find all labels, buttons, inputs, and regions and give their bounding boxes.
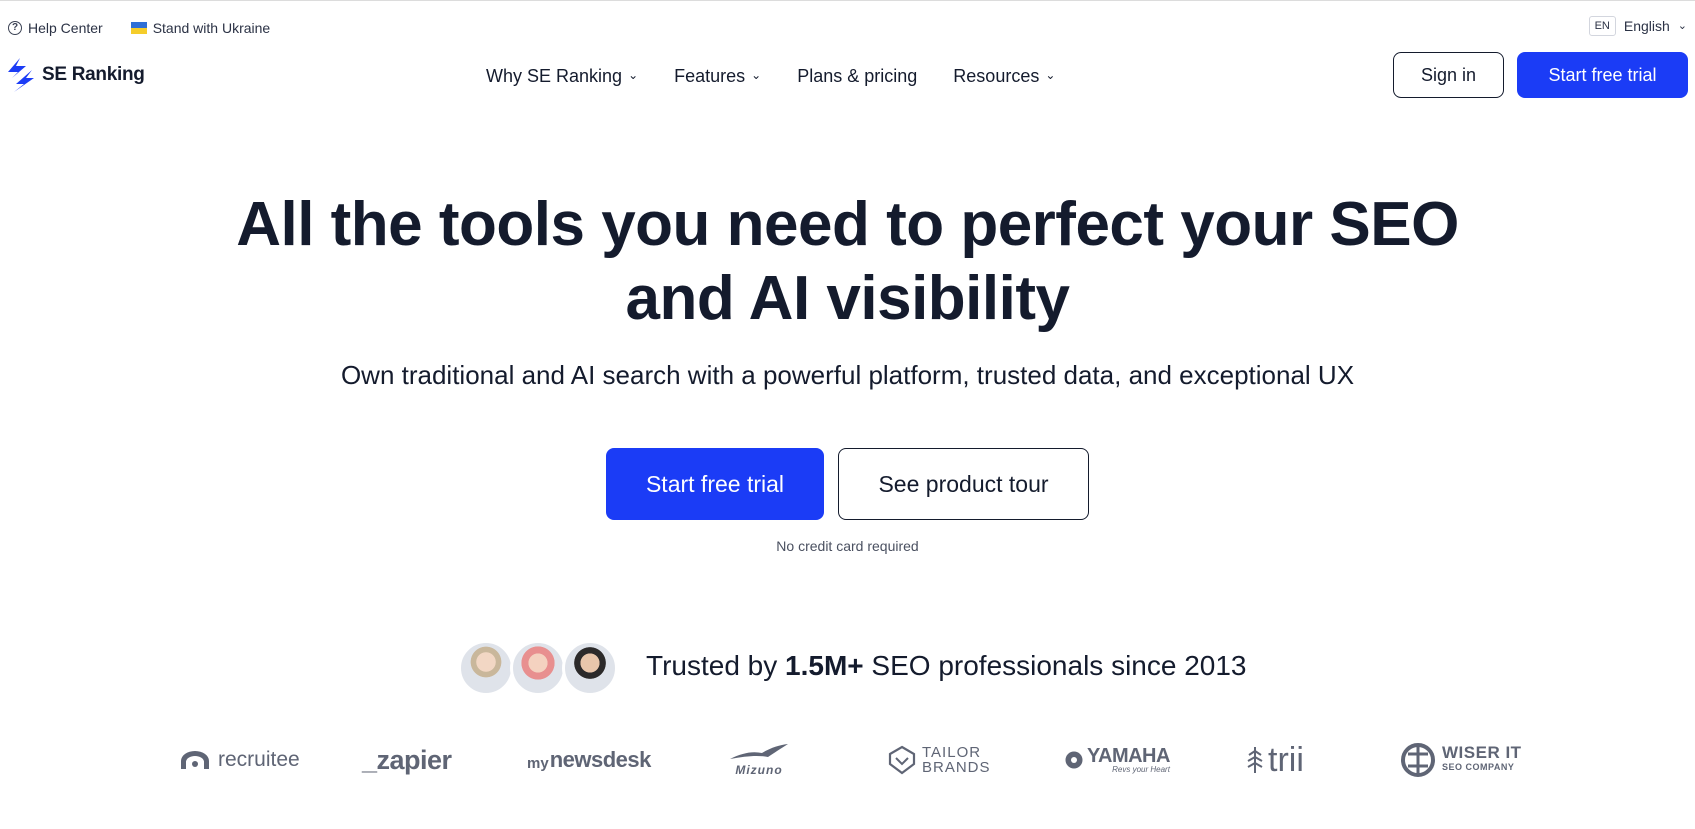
trii-logo: trii [1246,736,1304,784]
hero-subtitle: Own traditional and AI search with a pow… [340,360,1355,390]
help-icon: ? [8,21,22,35]
trusted-by-text: Trusted by 1.5M+ SEO professionals since… [646,650,1247,682]
recruitee-logo: recruitee [178,736,300,784]
top-border [0,0,1695,1]
nav-resources[interactable]: Resources ⌄ [953,63,1055,89]
trusted-suffix: SEO professionals since 2013 [863,650,1247,681]
yamaha-logo: YAMAHA Revs your Heart [1064,736,1170,784]
mizuno-logo: Mizuno [728,736,790,784]
logo[interactable]: SE Ranking [6,58,145,92]
logo-text: SE Ranking [42,64,145,85]
language-selector[interactable]: EN English ⌄ [1588,16,1687,36]
avatar [510,640,566,696]
customer-logos: recruitee _zapier my newsdesk Mizuno TAI… [0,736,1695,784]
stand-with-ukraine-link[interactable]: Stand with Ukraine [130,14,271,42]
wiser-it-brain-icon [1401,743,1435,777]
language-code: EN [1588,16,1616,36]
nav-why-se-ranking[interactable]: Why SE Ranking ⌄ [486,63,638,89]
yamaha-tuning-fork-icon [1065,751,1083,769]
chevron-down-icon: ⌄ [1677,19,1687,32]
avatar [562,640,618,696]
nav-plans-pricing[interactable]: Plans & pricing [797,63,917,89]
recruitee-icon [181,751,209,769]
tailor-brands-icon [888,745,916,775]
utility-bar: ? Help Center Stand with Ukraine EN Engl… [0,14,1695,42]
sign-in-button[interactable]: Sign in [1393,52,1504,98]
avatar [458,640,514,696]
se-ranking-logo-icon [8,58,34,92]
tree-icon [1247,747,1263,773]
header-start-trial-button[interactable]: Start free trial [1517,52,1688,98]
nav-label: Why SE Ranking [486,65,623,86]
chevron-down-icon: ⌄ [628,68,639,82]
main-header: SE Ranking Why SE Ranking ⌄ Features ⌄ P… [0,48,1695,102]
help-center-link[interactable]: ? Help Center [8,14,103,42]
primary-nav: Why SE Ranking ⌄ Features ⌄ Plans & pric… [486,63,1055,89]
hero-title-line-2: and AI visibility [625,264,1070,333]
language-label: English [1623,18,1670,34]
hero-title: All the tools you need to perfect your S… [0,188,1695,336]
chevron-down-icon: ⌄ [1045,68,1056,82]
nav-features[interactable]: Features ⌄ [674,63,761,89]
hero-start-trial-button[interactable]: Start free trial [606,448,824,520]
mynewsdesk-logo: my newsdesk [527,747,651,772]
no-credit-card-note: No credit card required [776,538,919,554]
utility-links: ? Help Center Stand with Ukraine [8,14,270,42]
trusted-count: 1.5M+ [785,650,864,681]
stand-with-ukraine-label: Stand with Ukraine [152,20,271,36]
product-tour-button[interactable]: See product tour [838,448,1089,520]
tailor-brands-logo: TAILOR BRANDS [888,736,991,784]
mizuno-runbird-icon [730,744,788,759]
help-center-label: Help Center [28,20,103,36]
nav-label: Plans & pricing [797,65,918,86]
nav-label: Resources [953,65,1040,86]
wiser-it-logo: WISER IT SEO COMPANY [1400,736,1522,784]
ukraine-flag-icon [130,22,147,34]
hero-title-line-1: All the tools you need to perfect your S… [236,190,1459,259]
trusted-prefix: Trusted by [646,650,786,681]
zapier-logo: _zapier [362,744,452,775]
avatar-group [458,640,618,696]
nav-label: Features [674,65,746,86]
chevron-down-icon: ⌄ [751,68,762,82]
